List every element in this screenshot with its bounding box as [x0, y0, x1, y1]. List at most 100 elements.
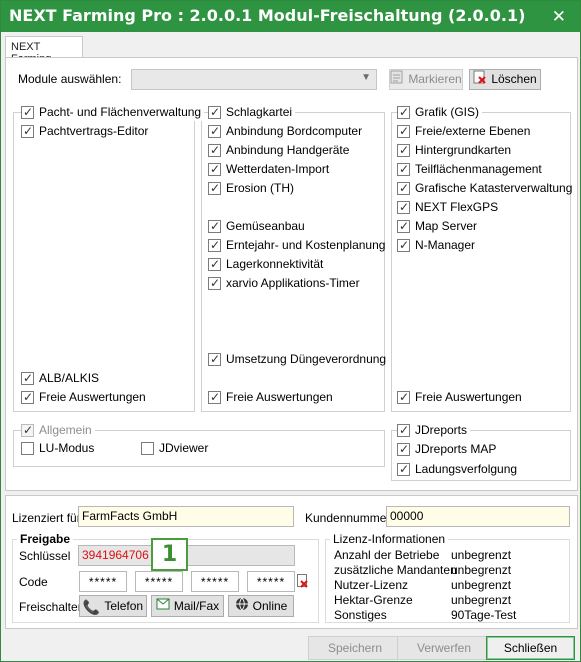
- checkbox-box[interactable]: [21, 442, 34, 455]
- checkbox-box[interactable]: [208, 352, 221, 366]
- checkbox-box[interactable]: [208, 143, 221, 157]
- checkbox-box[interactable]: [397, 200, 410, 214]
- checkbox-hintergrundkarten[interactable]: Hintergrundkarten: [397, 143, 511, 159]
- checkbox-jdreports-map[interactable]: JDreports MAP: [397, 442, 496, 458]
- info-value-sonstiges: 90Tage-Test: [451, 608, 517, 622]
- phone-button-label: Telefon: [104, 599, 144, 613]
- checkbox-duengeverordnung[interactable]: Umsetzung Düngeverordnung: [208, 352, 386, 368]
- tab-next-farming[interactable]: NEXT Farming: [5, 36, 83, 65]
- checkbox-label: JDreports MAP: [415, 442, 497, 456]
- checkbox-map-server[interactable]: Map Server: [397, 219, 477, 235]
- checkbox-box[interactable]: [21, 105, 34, 119]
- phone-button[interactable]: 📞 Telefon: [79, 595, 147, 617]
- unlock-label: Freischalten: [19, 600, 85, 614]
- checkbox-box[interactable]: [208, 105, 221, 119]
- checkbox-xarvio[interactable]: xarvio Applikations-Timer: [208, 276, 360, 292]
- checkbox-bordcomputer[interactable]: Anbindung Bordcomputer: [208, 124, 362, 140]
- checkbox-box[interactable]: [208, 276, 221, 290]
- checkbox-box[interactable]: [21, 390, 34, 404]
- checkbox-freie-auswertungen-3[interactable]: Freie Auswertungen: [397, 390, 522, 406]
- mail-fax-icon: [156, 597, 170, 617]
- delete-button[interactable]: Löschen: [469, 69, 541, 90]
- checkbox-label: ALB/ALKIS: [39, 371, 100, 385]
- checkbox-box[interactable]: [397, 390, 410, 404]
- info-key-betriebe: Anzahl der Betriebe: [334, 548, 440, 562]
- checkbox-box[interactable]: [397, 238, 410, 252]
- checkbox-box[interactable]: [397, 143, 410, 157]
- checkbox-box[interactable]: [21, 124, 34, 138]
- checkbox-jdreports[interactable]: JDreports: [397, 423, 471, 439]
- chevron-down-icon[interactable]: ▼: [361, 72, 371, 83]
- checkbox-label: Anbindung Bordcomputer: [226, 124, 363, 138]
- licensed-for-field[interactable]: FarmFacts GmbH: [78, 506, 294, 527]
- discard-button[interactable]: Verwerfen: [397, 636, 491, 660]
- checkbox-pachtvertrag[interactable]: Pachtvertrags-Editor: [21, 124, 148, 140]
- checkbox-kataster[interactable]: Grafische Katasterverwaltung: [397, 181, 572, 197]
- module-select[interactable]: ▼: [131, 69, 377, 90]
- checkbox-label: Wetterdaten-Import: [226, 162, 330, 176]
- mail-fax-button[interactable]: Mail/Fax: [151, 595, 224, 617]
- checkbox-box[interactable]: [397, 423, 410, 437]
- dialog-window: NEXT Farming Pro : 2.0.0.1 Modul-Freisch…: [0, 0, 581, 662]
- online-button[interactable]: Online: [228, 595, 294, 617]
- checkbox-wetterdaten[interactable]: Wetterdaten-Import: [208, 162, 329, 178]
- checkbox-box[interactable]: [141, 442, 154, 455]
- checkbox-label: Pachtvertrags-Editor: [39, 124, 149, 138]
- checkbox-box[interactable]: [397, 462, 410, 476]
- mark-button[interactable]: Markieren: [389, 69, 463, 90]
- checkbox-label: Freie Auswertungen: [39, 390, 146, 404]
- checkbox-erntejahr[interactable]: Erntejahr- und Kostenplanung: [208, 238, 385, 254]
- checkbox-box[interactable]: [208, 181, 221, 195]
- checkbox-label: Freie Auswertungen: [226, 390, 333, 404]
- close-icon[interactable]: ✕: [552, 7, 566, 27]
- checkbox-box[interactable]: [397, 162, 410, 176]
- checkbox-box[interactable]: [397, 219, 410, 233]
- checkbox-box[interactable]: [208, 219, 221, 233]
- checkbox-label: Lagerkonnektivität: [226, 257, 324, 271]
- checkbox-label: Erosion (TH): [226, 181, 295, 195]
- info-value-mandanten: unbegrenzt: [451, 563, 512, 577]
- checkbox-handgeraete[interactable]: Anbindung Handgeräte: [208, 143, 349, 159]
- checkbox-box[interactable]: [397, 124, 410, 138]
- code-field-4[interactable]: *****: [247, 571, 295, 592]
- checkbox-flexgps[interactable]: NEXT FlexGPS: [397, 200, 498, 216]
- checkbox-ladungsverfolgung[interactable]: Ladungsverfolgung: [397, 462, 517, 478]
- clear-code-icon[interactable]: [297, 574, 309, 591]
- code-field-3[interactable]: *****: [191, 571, 239, 592]
- checkbox-pacht[interactable]: Pacht- und Flächenverwaltung: [21, 105, 205, 121]
- checkbox-freie-auswertungen-1[interactable]: Freie Auswertungen: [21, 390, 146, 406]
- close-button[interactable]: Schließen: [486, 636, 575, 660]
- title-bar[interactable]: NEXT Farming Pro : 2.0.0.1 Modul-Freisch…: [1, 1, 580, 32]
- checkbox-n-manager[interactable]: N-Manager: [397, 238, 475, 254]
- checkbox-schlagkartei[interactable]: Schlagkartei: [208, 105, 296, 121]
- checkbox-box[interactable]: [208, 124, 221, 138]
- mail-fax-button-label: Mail/Fax: [173, 599, 220, 613]
- checkbox-jdviewer[interactable]: JDviewer: [141, 441, 208, 457]
- checkbox-alb-alkis[interactable]: ALB/ALKIS: [21, 371, 99, 387]
- checkbox-box[interactable]: [208, 162, 221, 176]
- code-field-2[interactable]: *****: [135, 571, 183, 592]
- checkbox-gemueseanbau[interactable]: Gemüseanbau: [208, 219, 305, 235]
- checkbox-externe-ebenen[interactable]: Freie/externe Ebenen: [397, 124, 530, 140]
- checkbox-box[interactable]: [397, 442, 410, 456]
- checkbox-label: Pacht- und Flächenverwaltung: [39, 105, 202, 119]
- checkbox-lu-modus[interactable]: LU-Modus: [21, 441, 94, 457]
- checkbox-teilflaechen[interactable]: Teilflächenmanagement: [397, 162, 542, 178]
- checkbox-grafik-gis[interactable]: Grafik (GIS): [397, 105, 483, 121]
- checkbox-erosion[interactable]: Erosion (TH): [208, 181, 294, 197]
- delete-button-label: Löschen: [491, 72, 537, 87]
- checkbox-box[interactable]: [208, 257, 221, 271]
- checkbox-box[interactable]: [397, 181, 410, 195]
- save-button[interactable]: Speichern: [308, 636, 402, 660]
- checkbox-freie-auswertungen-2[interactable]: Freie Auswertungen: [208, 390, 333, 406]
- checkbox-label: N-Manager: [415, 238, 476, 252]
- checkbox-box[interactable]: [208, 238, 221, 252]
- info-key-mandanten: zusätzliche Mandanten: [334, 563, 457, 577]
- checkbox-box[interactable]: [397, 105, 410, 119]
- customer-no-field[interactable]: 00000: [386, 506, 570, 527]
- group-pacht: [13, 112, 195, 412]
- checkbox-box[interactable]: [208, 390, 221, 404]
- checkbox-box[interactable]: [21, 371, 34, 385]
- checkbox-lagerkonnektivitaet[interactable]: Lagerkonnektivität: [208, 257, 323, 273]
- code-field-1[interactable]: *****: [79, 571, 127, 592]
